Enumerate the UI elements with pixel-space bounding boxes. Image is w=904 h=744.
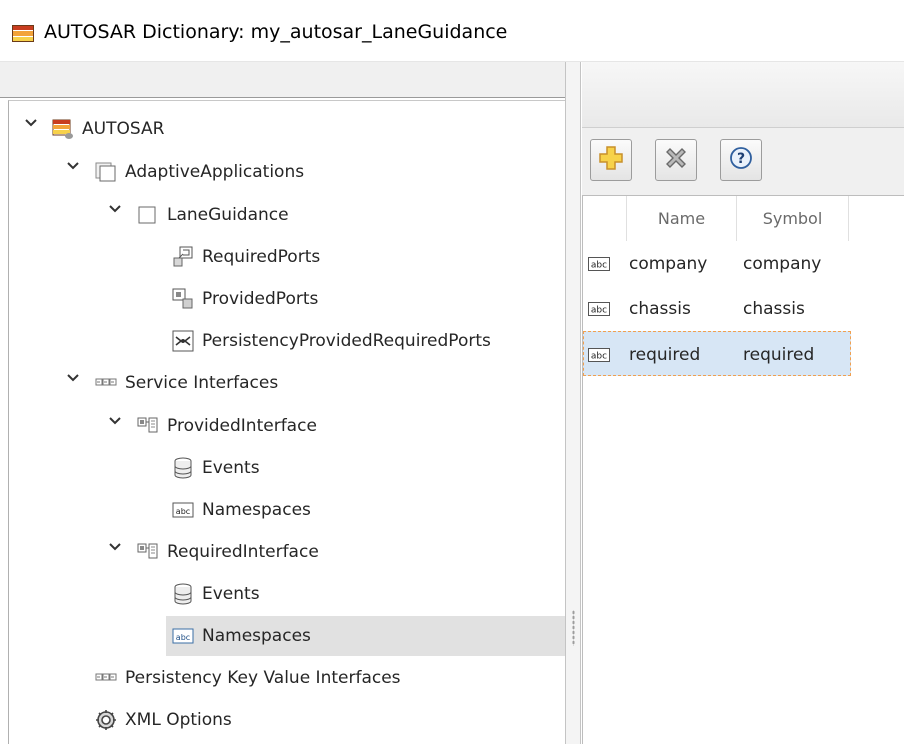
tree-node-xml-options[interactable]: XML Options <box>95 700 232 740</box>
column-header-symbol[interactable]: Symbol <box>737 196 849 241</box>
tree-node-required-interface[interactable]: RequiredInterface <box>137 532 319 572</box>
autosar-tree: AUTOSAR AdaptiveApplications LaneGuidanc… <box>8 100 566 744</box>
tree-node-label: Persistency Key Value Interfaces <box>125 668 401 688</box>
row-name: chassis <box>629 298 691 319</box>
chevron-down-icon[interactable] <box>109 415 121 427</box>
namespaces-icon: abc <box>172 499 194 521</box>
add-icon <box>597 144 625 176</box>
tree-node-adaptive-applications[interactable]: AdaptiveApplications <box>95 152 304 192</box>
autosar-package-icon <box>52 118 74 140</box>
svg-text:abc: abc <box>176 633 190 642</box>
svg-text:abc: abc <box>176 507 190 516</box>
row-symbol: company <box>743 253 822 274</box>
namespace-row-icon: abc <box>588 241 610 286</box>
help-icon: ? <box>727 144 755 176</box>
tree-node-label: XML Options <box>125 710 232 730</box>
interfaces-icon <box>95 667 117 689</box>
adaptive-applications-icon <box>95 161 117 183</box>
tree-node-label: ProvidedInterface <box>167 416 317 436</box>
column-header-icon <box>583 196 627 241</box>
help-button[interactable]: ? <box>720 139 762 181</box>
svg-text:?: ? <box>737 151 745 167</box>
namespace-row-icon: abc <box>588 286 610 331</box>
tree-pane: AUTOSAR AdaptiveApplications LaneGuidanc… <box>0 62 566 744</box>
tree-node-label: LaneGuidance <box>167 205 289 225</box>
tree-node-laneguidance[interactable]: LaneGuidance <box>137 195 289 235</box>
delete-button[interactable] <box>655 139 697 181</box>
svg-text:abc: abc <box>591 351 607 361</box>
namespace-row-icon: abc <box>588 332 610 377</box>
table-row[interactable]: abc chassis chassis <box>583 286 851 331</box>
provided-port-icon <box>172 288 194 310</box>
tree-node-label: Namespaces <box>202 500 311 520</box>
autosar-dictionary-icon <box>12 25 34 42</box>
namespaces-icon: abc <box>172 625 194 647</box>
tree-node-label: AUTOSAR <box>82 119 165 139</box>
tree-node-autosar[interactable]: AUTOSAR <box>52 109 164 149</box>
svg-text:abc: abc <box>591 305 607 315</box>
splitter-grip-icon[interactable] <box>572 610 575 646</box>
svg-text:abc: abc <box>591 260 607 270</box>
chevron-down-icon[interactable] <box>109 203 121 215</box>
tree-node-required-ports[interactable]: RequiredPorts <box>172 237 320 277</box>
delete-icon <box>662 144 690 176</box>
column-header-name[interactable]: Name <box>627 196 737 241</box>
row-symbol: chassis <box>743 298 805 319</box>
tree-node-service-interfaces[interactable]: Service Interfaces <box>95 363 278 403</box>
table-row-selected[interactable]: abc required required <box>583 331 851 376</box>
table-header: Name Symbol <box>583 196 904 241</box>
tree-node-events[interactable]: Events <box>172 448 260 488</box>
chevron-down-icon[interactable] <box>109 541 121 553</box>
chevron-down-icon[interactable] <box>67 372 79 384</box>
gear-icon <box>95 709 117 731</box>
detail-header <box>582 62 904 128</box>
table-row[interactable]: abc company company <box>583 241 851 286</box>
service-interface-icon <box>137 415 159 437</box>
row-name: required <box>629 344 701 365</box>
events-icon <box>172 457 194 479</box>
namespaces-table: Name Symbol abc company company abc chas… <box>582 195 904 744</box>
pane-splitter[interactable] <box>565 62 581 744</box>
service-interface-icon <box>137 541 159 563</box>
tree-node-persistency-kv-interfaces[interactable]: Persistency Key Value Interfaces <box>95 658 401 698</box>
persistency-port-icon <box>172 330 194 352</box>
tree-node-label: ProvidedPorts <box>202 289 319 309</box>
tree-node-events[interactable]: Events <box>172 574 260 614</box>
tree-node-label: AdaptiveApplications <box>125 162 305 182</box>
tree-node-label: Service Interfaces <box>125 373 279 393</box>
detail-toolbar: ? <box>582 128 904 195</box>
chevron-down-icon[interactable] <box>67 160 79 172</box>
window-title: AUTOSAR Dictionary: my_autosar_LaneGuida… <box>44 21 508 43</box>
component-icon <box>137 204 159 226</box>
tree-header <box>0 62 565 98</box>
row-name: company <box>629 253 708 274</box>
tree-node-namespaces-selected[interactable]: abc Namespaces <box>166 616 566 656</box>
tree-node-label: PersistencyProvidedRequiredPorts <box>202 331 491 351</box>
tree-node-label: Events <box>202 458 260 478</box>
detail-pane: ? Name Symbol abc company company abc ch… <box>582 62 904 744</box>
row-symbol: required <box>743 344 815 365</box>
interfaces-icon <box>95 372 117 394</box>
tree-node-persistency-ports[interactable]: PersistencyProvidedRequiredPorts <box>172 321 491 361</box>
title-bar: AUTOSAR Dictionary: my_autosar_LaneGuida… <box>0 0 904 62</box>
tree-node-provided-interface[interactable]: ProvidedInterface <box>137 406 317 446</box>
tree-node-label: Namespaces <box>202 626 311 646</box>
tree-node-label: RequiredPorts <box>202 247 321 267</box>
tree-node-label: RequiredInterface <box>167 542 319 562</box>
add-button[interactable] <box>590 139 632 181</box>
tree-node-label: Events <box>202 584 260 604</box>
required-port-icon <box>172 246 194 268</box>
tree-node-namespaces[interactable]: abc Namespaces <box>172 490 311 530</box>
events-icon <box>172 583 194 605</box>
tree-node-provided-ports[interactable]: ProvidedPorts <box>172 279 318 319</box>
chevron-down-icon[interactable] <box>25 117 37 129</box>
